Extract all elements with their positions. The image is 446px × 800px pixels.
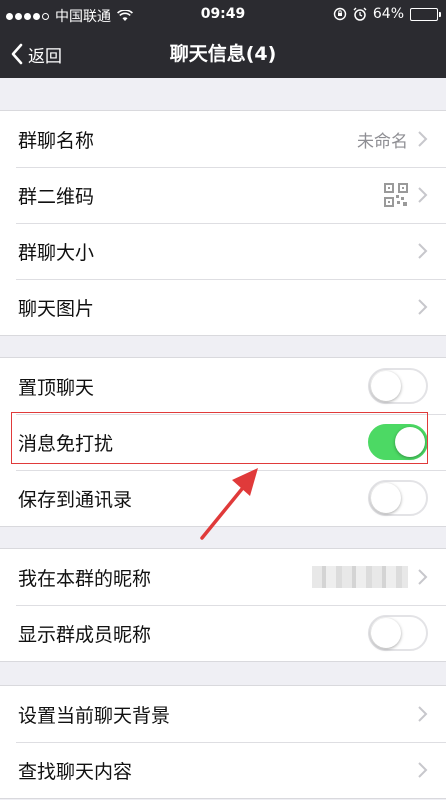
row-label: 群二维码 bbox=[18, 185, 95, 208]
settings-group-nickname: 我在本群的昵称 显示群成员昵称 bbox=[0, 548, 446, 662]
row-chat-images[interactable]: 聊天图片 bbox=[0, 279, 446, 335]
settings-group-info: 群聊名称 未命名 群二维码 群聊大小 聊天图片 bbox=[0, 110, 446, 336]
row-my-nickname[interactable]: 我在本群的昵称 bbox=[0, 549, 446, 605]
do-not-disturb-toggle[interactable] bbox=[368, 424, 428, 460]
row-search-chat[interactable]: 查找聊天内容 bbox=[0, 742, 446, 798]
row-group-name[interactable]: 群聊名称 未命名 bbox=[0, 111, 446, 167]
row-save-to-contacts: 保存到通讯录 bbox=[0, 470, 446, 526]
row-show-member-nicknames: 显示群成员昵称 bbox=[0, 605, 446, 661]
alarm-icon bbox=[353, 7, 367, 21]
toggle-knob bbox=[371, 483, 401, 513]
toggle-knob bbox=[371, 618, 401, 648]
row-label: 我在本群的昵称 bbox=[18, 567, 152, 590]
show-nicknames-toggle[interactable] bbox=[368, 615, 428, 651]
status-bar: 中国联通 09:49 64% bbox=[0, 0, 446, 30]
chevron-right-icon bbox=[418, 569, 428, 585]
save-to-contacts-toggle[interactable] bbox=[368, 480, 428, 516]
row-label: 群聊大小 bbox=[18, 241, 95, 264]
pin-chat-toggle[interactable] bbox=[368, 368, 428, 404]
row-label: 置顶聊天 bbox=[18, 376, 95, 399]
battery-icon bbox=[410, 7, 441, 21]
status-right: 64% bbox=[333, 6, 441, 22]
row-group-qr[interactable]: 群二维码 bbox=[0, 167, 446, 223]
chevron-right-icon bbox=[418, 187, 428, 203]
row-label: 显示群成员昵称 bbox=[18, 623, 152, 646]
row-label: 消息免打扰 bbox=[18, 432, 114, 455]
row-label: 聊天图片 bbox=[18, 297, 95, 320]
settings-group-toggles: 置顶聊天 消息免打扰 保存到通讯录 bbox=[0, 357, 446, 527]
row-label: 群聊名称 bbox=[18, 129, 95, 152]
row-label: 查找聊天内容 bbox=[18, 760, 133, 783]
row-pin-chat: 置顶聊天 bbox=[0, 358, 446, 414]
row-label: 设置当前聊天背景 bbox=[18, 704, 171, 727]
chevron-right-icon bbox=[418, 243, 428, 259]
qr-code-icon bbox=[384, 183, 408, 207]
rotation-lock-icon bbox=[333, 7, 347, 21]
chevron-right-icon bbox=[418, 762, 428, 778]
row-chat-background[interactable]: 设置当前聊天背景 bbox=[0, 686, 446, 742]
toggle-knob bbox=[371, 371, 401, 401]
row-group-size[interactable]: 群聊大小 bbox=[0, 223, 446, 279]
row-do-not-disturb: 消息免打扰 bbox=[0, 414, 446, 470]
chevron-right-icon bbox=[418, 706, 428, 722]
toggle-knob bbox=[395, 427, 425, 457]
group-name-value: 未命名 bbox=[357, 131, 408, 152]
settings-group-background: 设置当前聊天背景 查找聊天内容 bbox=[0, 685, 446, 799]
page-title: 聊天信息(4) bbox=[169, 43, 277, 65]
chevron-right-icon bbox=[418, 299, 428, 315]
nav-bar: 返回 聊天信息(4) bbox=[0, 30, 446, 78]
battery-percent: 64% bbox=[372, 6, 404, 22]
row-label: 保存到通讯录 bbox=[18, 488, 133, 511]
chevron-right-icon bbox=[418, 131, 428, 147]
blurred-nickname-value bbox=[312, 566, 408, 588]
